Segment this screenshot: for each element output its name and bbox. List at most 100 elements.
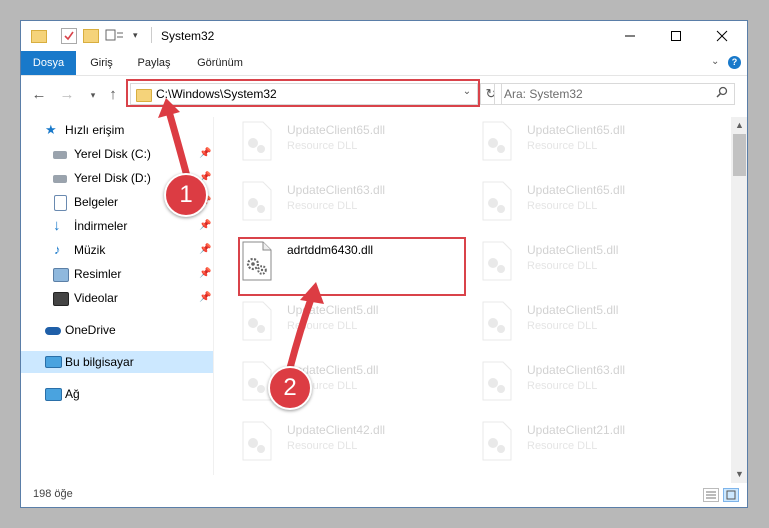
sidebar-item-this-pc[interactable]: Bu bilgisayar bbox=[21, 351, 213, 373]
file-item-target[interactable]: adrtddm6430.dll bbox=[217, 237, 447, 285]
sidebar-item-onedrive[interactable]: OneDrive bbox=[21, 319, 213, 341]
dll-file-icon bbox=[482, 181, 512, 221]
title-bar: ▾ System32 bbox=[21, 21, 747, 51]
dll-file-icon bbox=[482, 361, 512, 401]
minimize-button[interactable] bbox=[607, 21, 653, 51]
scroll-down-icon[interactable]: ▼ bbox=[731, 466, 747, 483]
file-item[interactable]: UpdateClient21.dll Resource DLL bbox=[457, 417, 687, 465]
pin-icon: 📌 bbox=[199, 220, 212, 231]
file-type: Resource DLL bbox=[527, 320, 598, 332]
close-button[interactable] bbox=[699, 21, 745, 51]
sidebar-item-label: Resimler bbox=[74, 267, 122, 281]
details-view-icon[interactable] bbox=[703, 488, 719, 502]
dll-file-icon bbox=[482, 121, 512, 161]
sidebar-item-label: Hızlı erişim bbox=[65, 123, 125, 137]
computer-icon bbox=[45, 356, 62, 368]
file-item[interactable]: UpdateClient65.dll Resource DLL bbox=[457, 117, 687, 165]
tab-home[interactable]: Giriş bbox=[79, 51, 124, 75]
dll-file-icon bbox=[482, 241, 512, 281]
tab-view[interactable]: Görünüm bbox=[185, 51, 255, 75]
file-name: UpdateClient65.dll bbox=[287, 123, 386, 137]
pictures-icon bbox=[53, 268, 69, 282]
sidebar-item-label: Yerel Disk (D:) bbox=[74, 171, 151, 185]
chevron-down-icon[interactable]: ⌄ bbox=[459, 86, 475, 97]
dll-file-icon bbox=[242, 121, 272, 161]
sidebar-item-label: Yerel Disk (C:) bbox=[74, 147, 151, 161]
file-item[interactable]: UpdateClient5.dll Resource DLL bbox=[457, 297, 687, 345]
ribbon-tabs: Dosya Giriş Paylaş Görünüm ⌄ ? bbox=[21, 51, 747, 76]
sidebar-item-videos[interactable]: Videolar 📌 bbox=[21, 287, 213, 309]
pane-divider bbox=[213, 117, 214, 475]
file-item[interactable]: UpdateClient5.dll Resource DLL bbox=[217, 297, 447, 345]
scrollbar-thumb[interactable] bbox=[733, 134, 746, 176]
file-type: Resource DLL bbox=[527, 200, 598, 212]
sidebar-item-quick-access[interactable]: ★ Hızlı erişim bbox=[21, 119, 213, 141]
step-1-callout: 1 bbox=[164, 173, 208, 217]
file-item[interactable]: UpdateClient42.dll Resource DLL bbox=[217, 417, 447, 465]
documents-icon bbox=[54, 195, 67, 211]
cloud-icon bbox=[45, 327, 61, 335]
dll-file-icon bbox=[242, 421, 272, 461]
maximize-icon bbox=[671, 31, 681, 41]
customize-toolbar-icon[interactable] bbox=[105, 28, 125, 42]
sidebar-item-label: Belgeler bbox=[74, 195, 119, 209]
file-type: Resource DLL bbox=[527, 140, 598, 152]
tab-share[interactable]: Paylaş bbox=[129, 51, 179, 75]
navigation-pane: ★ Hızlı erişim Yerel Disk (C:) 📌 Yerel D… bbox=[21, 117, 213, 475]
help-icon[interactable]: ? bbox=[728, 56, 741, 69]
file-name: UpdateClient5.dll bbox=[527, 303, 619, 317]
dll-file-icon bbox=[482, 301, 512, 341]
recent-locations-button[interactable]: ▾ bbox=[83, 85, 103, 105]
file-item[interactable]: UpdateClient63.dll Resource DLL bbox=[217, 177, 447, 225]
file-type: Resource DLL bbox=[287, 440, 358, 452]
file-item[interactable]: UpdateClient63.dll Resource DLL bbox=[457, 357, 687, 405]
new-folder-icon[interactable] bbox=[83, 29, 99, 43]
address-bar[interactable]: C:\Windows\System32 ⌄ bbox=[130, 83, 478, 105]
tab-file[interactable]: Dosya bbox=[21, 51, 76, 75]
up-button[interactable]: ↑ bbox=[103, 85, 123, 105]
sidebar-item-local-disk-c[interactable]: Yerel Disk (C:) 📌 bbox=[21, 143, 213, 165]
videos-icon bbox=[53, 292, 69, 306]
vertical-scrollbar[interactable]: ▲ ▼ bbox=[731, 117, 747, 483]
window-title: System32 bbox=[161, 29, 215, 43]
file-name: UpdateClient63.dll bbox=[287, 183, 386, 197]
maximize-button[interactable] bbox=[653, 21, 699, 51]
download-icon: ↓ bbox=[53, 217, 61, 234]
search-input[interactable]: Ara: System32 bbox=[494, 83, 735, 105]
drive-icon bbox=[53, 151, 67, 159]
navigation-bar: ← → ▾ ↑ C:\Windows\System32 ⌄ ↻ Ara: Sys… bbox=[21, 75, 747, 115]
file-type: Resource DLL bbox=[527, 260, 598, 272]
file-type: Resource DLL bbox=[527, 380, 598, 392]
minimize-icon bbox=[625, 35, 635, 37]
file-name: UpdateClient5.dll bbox=[287, 303, 379, 317]
dll-file-icon bbox=[242, 181, 272, 221]
dll-file-icon bbox=[242, 241, 272, 281]
sidebar-item-network[interactable]: Ağ bbox=[21, 383, 213, 405]
sidebar-item-downloads[interactable]: ↓ İndirmeler 📌 bbox=[21, 215, 213, 237]
sidebar-item-label: OneDrive bbox=[65, 323, 116, 337]
file-item[interactable]: UpdateClient5.dll Resource DLL bbox=[217, 357, 447, 405]
file-name: UpdateClient65.dll bbox=[527, 183, 626, 197]
music-icon: ♪ bbox=[54, 242, 61, 257]
sidebar-item-pictures[interactable]: Resimler 📌 bbox=[21, 263, 213, 285]
close-icon bbox=[716, 30, 728, 42]
large-icons-view-icon[interactable] bbox=[723, 488, 739, 502]
folder-icon bbox=[31, 30, 47, 43]
back-button[interactable]: ← bbox=[29, 85, 49, 105]
pin-icon: 📌 bbox=[199, 148, 212, 159]
forward-button[interactable]: → bbox=[57, 85, 77, 105]
chevron-down-icon[interactable]: ⌄ bbox=[711, 56, 719, 67]
file-item[interactable]: UpdateClient65.dll Resource DLL bbox=[217, 117, 447, 165]
sidebar-item-music[interactable]: ♪ Müzik 📌 bbox=[21, 239, 213, 261]
file-item[interactable]: UpdateClient65.dll Resource DLL bbox=[457, 177, 687, 225]
file-item[interactable]: UpdateClient5.dll Resource DLL bbox=[457, 237, 687, 285]
chevron-down-icon[interactable]: ▾ bbox=[133, 30, 147, 44]
folder-icon bbox=[136, 89, 152, 102]
dll-file-icon bbox=[242, 301, 272, 341]
sidebar-item-label: Ağ bbox=[65, 387, 80, 401]
sidebar-item-label: Bu bilgisayar bbox=[65, 355, 134, 369]
scroll-up-icon[interactable]: ▲ bbox=[731, 117, 747, 134]
properties-icon[interactable] bbox=[61, 28, 77, 44]
sidebar-item-label: Müzik bbox=[74, 243, 106, 257]
drive-icon bbox=[53, 175, 67, 183]
